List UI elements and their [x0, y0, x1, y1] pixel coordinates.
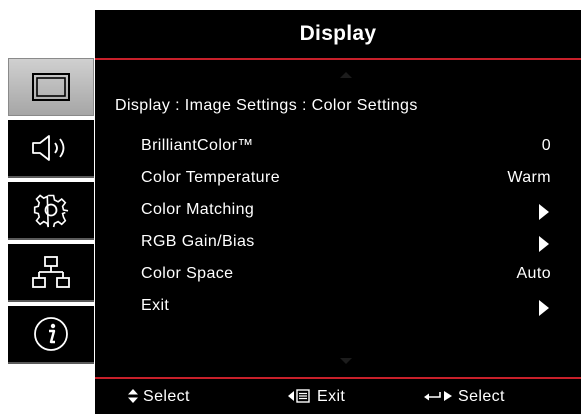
submenu-arrow-icon: [539, 236, 549, 252]
sidebar-item-setup[interactable]: [8, 182, 94, 240]
sidebar-item-network[interactable]: [8, 244, 94, 302]
hint-exit-label: Exit: [317, 388, 346, 405]
breadcrumb: Display : Image Settings : Color Setting…: [115, 97, 418, 114]
hint-exit: Exit: [288, 388, 345, 406]
hint-select: Select: [128, 388, 190, 406]
footer-hints: Select Exit Select: [95, 379, 581, 414]
gear-icon: [32, 191, 70, 229]
menu-item-color-space[interactable]: Color Space Auto: [95, 259, 581, 291]
submenu-arrow-icon: [539, 300, 549, 316]
menu-item-label: Color Matching: [141, 201, 255, 218]
menu-item-label: RGB Gain/Bias: [141, 233, 255, 250]
menu-item-value: 0: [541, 137, 551, 154]
hint-enter-label: Select: [458, 388, 505, 405]
menu-item-value: Auto: [516, 265, 551, 282]
back-menu-icon: [288, 389, 312, 405]
menu-item-value: Warm: [507, 169, 551, 186]
enter-arrow-icon: [423, 389, 453, 405]
display-icon: [31, 72, 71, 102]
sidebar-item-audio[interactable]: [8, 120, 94, 178]
network-icon: [31, 255, 71, 289]
menu-item-color-matching[interactable]: Color Matching: [95, 195, 581, 227]
scroll-down-indicator: [340, 358, 352, 364]
projector-osd-menu: Display Display: Image Settings: Color…: [0, 10, 581, 414]
settings-panel: Display : Image Settings : Color Setting…: [95, 60, 581, 377]
sidebar-item-display[interactable]: [8, 58, 94, 116]
sidebar-item-info[interactable]: [8, 306, 94, 364]
menu-item-brilliantcolor[interactable]: BrilliantColor™ 0: [95, 131, 581, 163]
submenu-arrow-icon: [539, 204, 549, 220]
scroll-up-indicator: [340, 72, 352, 78]
category-sidebar: [0, 58, 95, 380]
speaker-icon: [29, 132, 73, 164]
menu-item-label: Exit: [141, 297, 170, 314]
menu-item-color-temperature[interactable]: Color Temperature Warm: [95, 163, 581, 195]
hint-select-label: Select: [143, 388, 190, 405]
menu-item-exit[interactable]: Exit: [95, 291, 581, 323]
menu-item-label: Color Space: [141, 265, 234, 282]
menu-title: Display: [95, 10, 581, 58]
menu-item-label: BrilliantColor™: [141, 137, 254, 154]
menu-item-label: Color Temperature: [141, 169, 281, 186]
hint-enter: Select: [423, 388, 505, 406]
up-down-arrows-icon: [128, 389, 138, 405]
menu-item-rgb-gain-bias[interactable]: RGB Gain/Bias: [95, 227, 581, 259]
info-icon: [32, 315, 70, 353]
